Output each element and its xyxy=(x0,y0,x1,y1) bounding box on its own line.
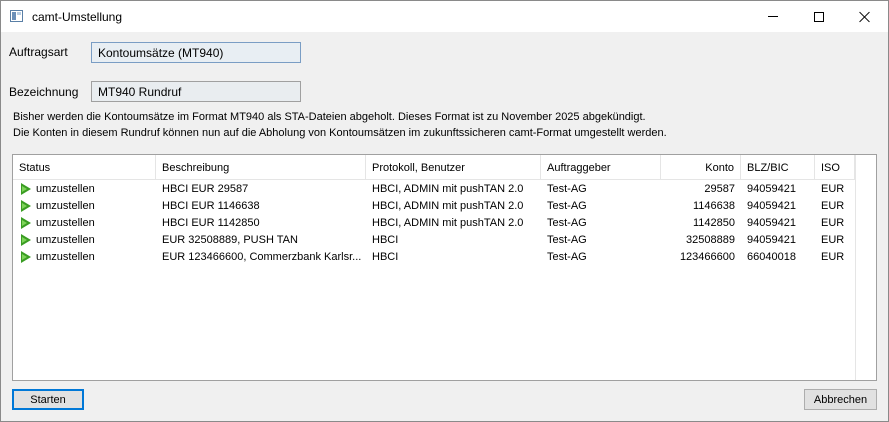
bezeichnung-label: Bezeichnung xyxy=(9,85,79,99)
column-header-protokoll[interactable]: Protokoll, Benutzer xyxy=(366,155,541,180)
cell-protokoll: HBCI, ADMIN mit pushTAN 2.0 xyxy=(372,200,524,212)
cell-status: umzustellen xyxy=(13,198,156,215)
column-header-status[interactable]: Status xyxy=(13,155,156,180)
cell-auftraggeber: Test-AG xyxy=(547,183,587,195)
cell-protokoll: HBCI xyxy=(372,234,399,246)
cell-konto: 123466600 xyxy=(679,251,735,263)
start-button[interactable]: Starten xyxy=(12,389,84,410)
cell-blz: 94059421 xyxy=(747,183,796,195)
table-scrollbar[interactable] xyxy=(855,155,876,380)
column-header-iso[interactable]: ISO xyxy=(815,155,855,180)
window-title: camt-Umstellung xyxy=(32,10,123,24)
minimize-icon xyxy=(768,16,778,17)
cell-iso: EUR xyxy=(821,251,845,263)
maximize-button[interactable] xyxy=(796,1,842,32)
table-header: Status Beschreibung Protokoll, Benutzer … xyxy=(13,155,855,180)
cell-beschreibung: HBCI EUR 1142850 xyxy=(162,217,260,229)
minimize-button[interactable] xyxy=(750,1,796,32)
cell-status: umzustellen xyxy=(13,232,156,249)
cell-status: umzustellen xyxy=(13,249,156,266)
cell-auftraggeber: Test-AG xyxy=(547,251,587,263)
cell-auftraggeber: Test-AG xyxy=(547,234,587,246)
cell-blz: 94059421 xyxy=(747,234,796,246)
cell-beschreibung: HBCI EUR 1146638 xyxy=(162,200,260,212)
status-text: umzustellen xyxy=(36,234,95,246)
cell-status: umzustellen xyxy=(13,215,156,232)
table-row[interactable]: umzustellen EUR 32508889, PUSH TAN HBCI Tes… xyxy=(13,232,855,249)
close-icon xyxy=(859,11,871,23)
column-header-auftraggeber[interactable]: Auftraggeber xyxy=(541,155,661,180)
status-text: umzustellen xyxy=(36,251,95,263)
cell-konto: 29587 xyxy=(704,183,735,195)
accounts-table[interactable]: Status Beschreibung Protokoll, Benutzer … xyxy=(12,154,877,381)
dialog-window: camt-Umstellung Auftragsart Kontoumsätze… xyxy=(0,0,889,422)
status-text: umzustellen xyxy=(36,200,95,212)
info-text-line-2: Die Konten in diesem Rundruf können nun … xyxy=(13,127,667,139)
cell-beschreibung: EUR 32508889, PUSH TAN xyxy=(162,234,298,246)
cell-protokoll: HBCI, ADMIN mit pushTAN 2.0 xyxy=(372,183,524,195)
auftragsart-label: Auftragsart xyxy=(9,45,68,59)
column-header-konto[interactable]: Konto xyxy=(661,155,741,180)
table-row[interactable]: umzustellen HBCI EUR 1142850 HBCI, ADMIN m… xyxy=(13,215,855,232)
play-green-icon xyxy=(21,183,31,195)
cell-iso: EUR xyxy=(821,217,845,229)
status-text: umzustellen xyxy=(36,183,95,195)
play-green-icon xyxy=(21,217,31,229)
bezeichnung-field[interactable]: MT940 Rundruf xyxy=(91,81,301,102)
title-bar[interactable]: camt-Umstellung xyxy=(1,1,888,32)
cancel-button[interactable]: Abbrechen xyxy=(804,389,877,410)
cell-beschreibung: EUR 123466600, Commerzbank Karlsr... xyxy=(162,251,362,263)
app-window-icon xyxy=(10,10,23,22)
table-row[interactable]: umzustellen EUR 123466600, Commerzbank Ka… xyxy=(13,249,855,266)
cell-beschreibung: HBCI EUR 29587 xyxy=(162,183,249,195)
cell-protokoll: HBCI xyxy=(372,251,399,263)
auftragsart-field[interactable]: Kontoumsätze (MT940) xyxy=(91,42,301,63)
column-header-blz[interactable]: BLZ/BIC xyxy=(741,155,815,180)
cell-iso: EUR xyxy=(821,183,845,195)
play-green-icon xyxy=(21,200,31,212)
info-text-line-1: Bisher werden die Kontoumsätze im Format… xyxy=(13,111,646,123)
cell-auftraggeber: Test-AG xyxy=(547,200,587,212)
cell-iso: EUR xyxy=(821,234,845,246)
cell-konto: 32508889 xyxy=(686,234,735,246)
cell-auftraggeber: Test-AG xyxy=(547,217,587,229)
cell-konto: 1142850 xyxy=(692,217,735,229)
cell-blz: 94059421 xyxy=(747,217,796,229)
cell-konto: 1146638 xyxy=(692,200,735,212)
table-row[interactable]: umzustellen HBCI EUR 1146638 HBCI, ADMIN m… xyxy=(13,198,855,215)
cell-status: umzustellen xyxy=(13,181,156,198)
play-green-icon xyxy=(21,234,31,246)
cell-iso: EUR xyxy=(821,200,845,212)
cell-protokoll: HBCI, ADMIN mit pushTAN 2.0 xyxy=(372,217,524,229)
table-row[interactable]: umzustellen HBCI EUR 29587 HBCI, ADMIN mit… xyxy=(13,181,855,198)
cell-blz: 94059421 xyxy=(747,200,796,212)
close-button[interactable] xyxy=(842,1,888,32)
column-header-beschreibung[interactable]: Beschreibung xyxy=(156,155,366,180)
maximize-icon xyxy=(814,11,824,22)
status-text: umzustellen xyxy=(36,217,95,229)
play-green-icon xyxy=(21,251,31,263)
cell-blz: 66040018 xyxy=(747,251,796,263)
